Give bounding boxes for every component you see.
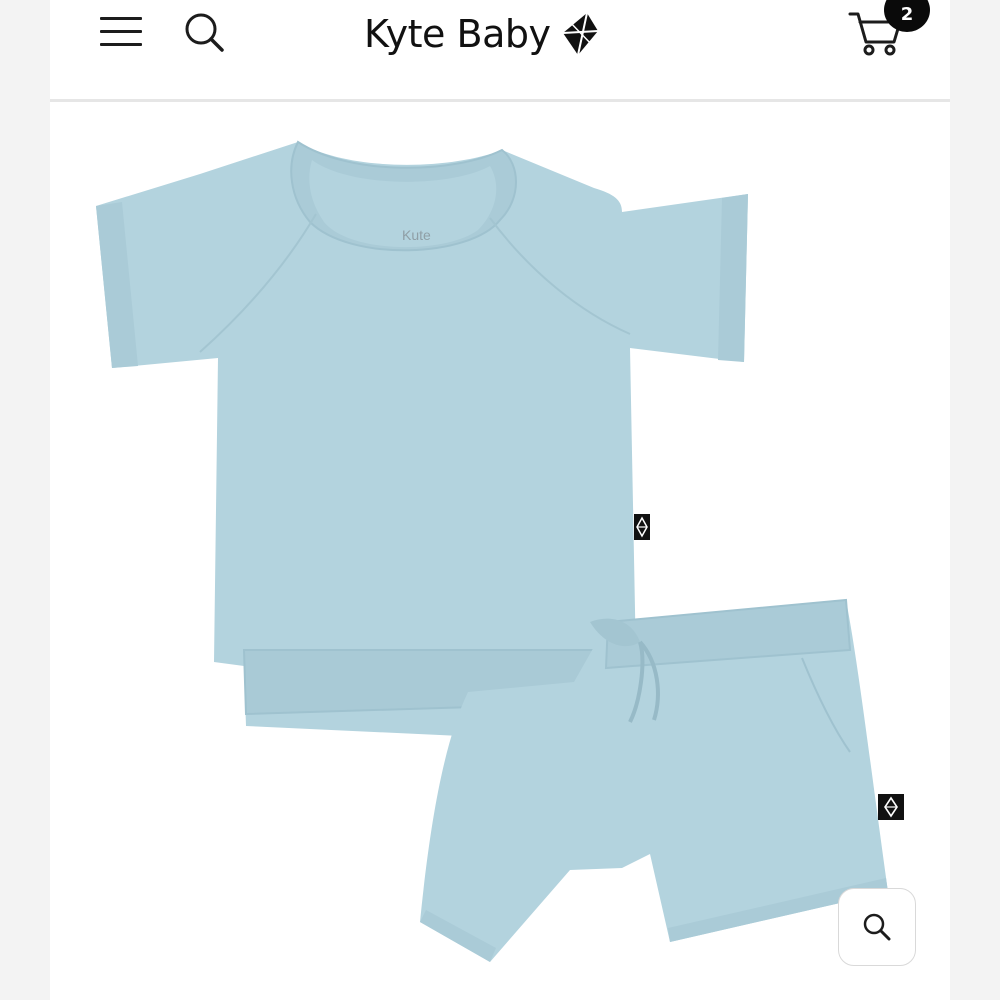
search-icon xyxy=(185,13,224,52)
brand-home-link[interactable]: Kyte Baby xyxy=(364,4,600,64)
zoom-magnifier-icon xyxy=(863,913,891,941)
garment-print-text: Kute xyxy=(402,227,431,243)
shorts-kite-tag-icon xyxy=(878,794,904,820)
zoom-button[interactable] xyxy=(838,888,916,966)
product-illustration xyxy=(96,140,904,962)
hamburger-menu-icon xyxy=(100,17,142,20)
site-header: Kyte Baby 2 xyxy=(50,0,950,102)
kite-logo-icon xyxy=(563,12,599,56)
search-button[interactable] xyxy=(180,8,228,56)
tee-kite-tag-icon xyxy=(634,514,650,540)
product-image[interactable] xyxy=(50,102,950,1000)
menu-button[interactable] xyxy=(98,10,144,54)
brand-name: Kyte Baby xyxy=(364,12,551,56)
product-page: Kyte Baby 2 Kute xyxy=(50,0,950,1000)
